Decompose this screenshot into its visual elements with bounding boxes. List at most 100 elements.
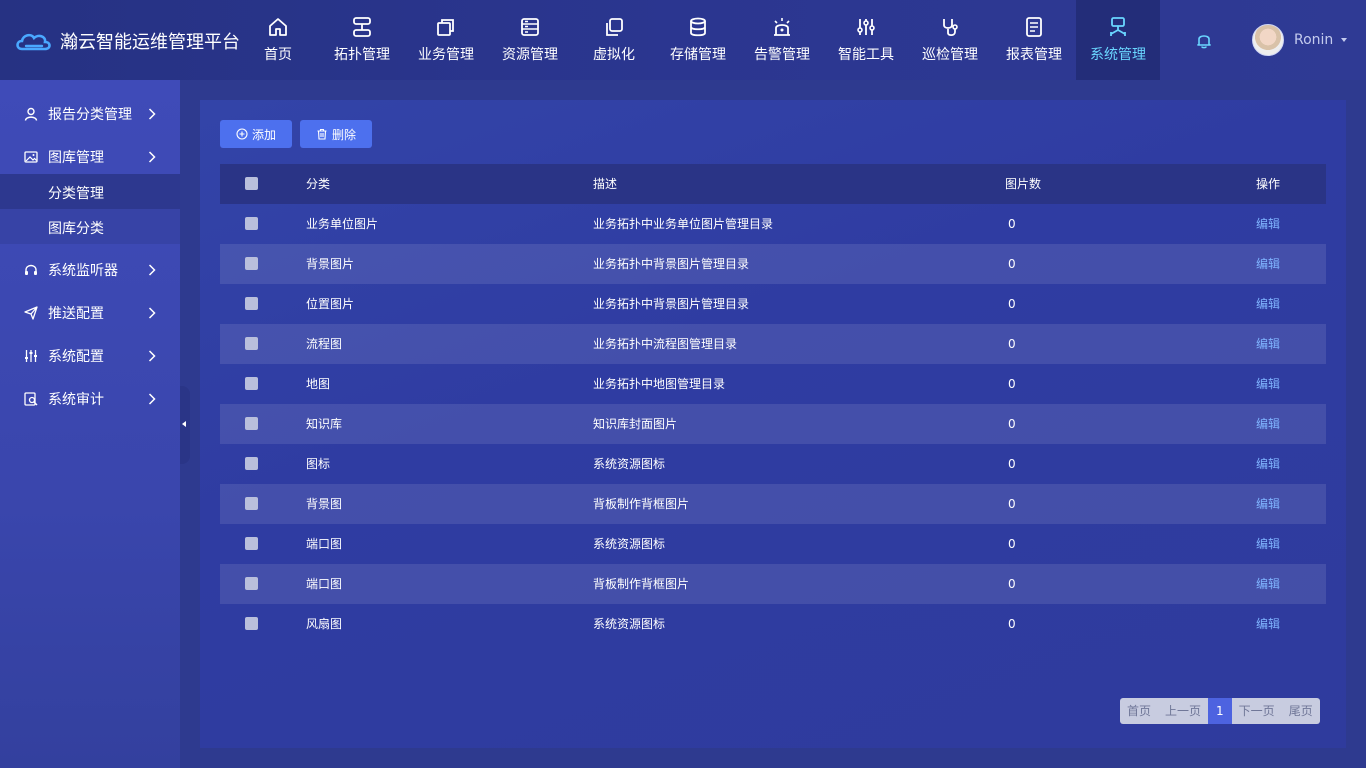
user-menu[interactable]: Ronin <box>1252 24 1348 56</box>
cell-category: 位置图片 <box>306 297 355 311</box>
chevron-right-icon <box>148 108 156 120</box>
sidebar-item-audit[interactable]: 系统审计 <box>0 379 180 419</box>
cell-category: 图标 <box>306 457 331 471</box>
cell-category: 风扇图 <box>306 617 343 631</box>
bell-icon[interactable] <box>1194 30 1214 50</box>
tools-icon <box>857 19 875 35</box>
sidebar-item-label: 推送配置 <box>48 306 104 322</box>
row-checkbox[interactable] <box>245 617 258 630</box>
cell-count: 0 <box>1008 297 1016 311</box>
cell-description: 系统资源图标 <box>593 617 666 631</box>
row-checkbox[interactable] <box>245 457 258 470</box>
nav-virtualization[interactable]: 虚拟化 <box>572 0 656 80</box>
username: Ronin <box>1294 32 1334 48</box>
edit-link[interactable]: 编辑 <box>1256 604 1280 644</box>
last-page-button[interactable]: 尾页 <box>1282 698 1320 724</box>
report-icon <box>1026 17 1042 37</box>
sidebar-item-system-config[interactable]: 系统配置 <box>0 336 180 376</box>
table-row: 地图 业务拓扑中地图管理目录 0 编辑 <box>220 364 1326 404</box>
sidebar: 报告分类管理 图库管理 分类管理 图库分类 系统监听器 推送配置 系统配置 系统… <box>0 80 180 768</box>
cell-description: 业务拓扑中业务单位图片管理目录 <box>593 217 774 231</box>
nav-label: 首页 <box>264 47 292 63</box>
nav-label: 告警管理 <box>754 47 810 63</box>
nav-business[interactable]: 业务管理 <box>404 0 488 80</box>
select-all-checkbox[interactable] <box>245 177 258 190</box>
row-checkbox[interactable] <box>245 537 258 550</box>
nav-topology[interactable]: 拓扑管理 <box>320 0 404 80</box>
row-checkbox[interactable] <box>245 497 258 510</box>
sidebar-item-gallery[interactable]: 图库管理 <box>0 137 180 177</box>
sidebar-subitem-label: 图库分类 <box>48 221 104 237</box>
nav-label: 存储管理 <box>670 47 726 63</box>
current-page-button[interactable]: 1 <box>1208 698 1232 724</box>
nav-label: 虚拟化 <box>593 47 635 63</box>
sidebar-item-listener[interactable]: 系统监听器 <box>0 250 180 290</box>
nav-tools[interactable]: 智能工具 <box>824 0 908 80</box>
nav-inspection[interactable]: 巡检管理 <box>908 0 992 80</box>
brand[interactable]: 瀚云智能运维管理平台 <box>14 26 240 56</box>
system-icon <box>1110 17 1126 36</box>
row-checkbox[interactable] <box>245 257 258 270</box>
caret-down-icon <box>1341 38 1348 42</box>
edit-link[interactable]: 编辑 <box>1256 524 1280 564</box>
category-table: 分类 描述 图片数 操作 业务单位图片 业务拓扑中业务单位图片管理目录 0 编辑 背景图… <box>220 164 1326 644</box>
row-checkbox[interactable] <box>245 217 258 230</box>
nav-label: 报表管理 <box>1006 47 1062 63</box>
cell-description: 知识库封面图片 <box>593 417 678 431</box>
add-button[interactable]: 添加 <box>220 120 292 148</box>
table-row: 位置图片 业务拓扑中背景图片管理目录 0 编辑 <box>220 284 1326 324</box>
row-checkbox[interactable] <box>245 577 258 590</box>
prev-page-button[interactable]: 上一页 <box>1158 698 1208 724</box>
row-checkbox[interactable] <box>245 377 258 390</box>
edit-link[interactable]: 编辑 <box>1256 244 1280 284</box>
row-checkbox[interactable] <box>245 337 258 350</box>
cell-description: 业务拓扑中背景图片管理目录 <box>593 297 750 311</box>
cell-count: 0 <box>1008 617 1016 631</box>
sidebar-subitem-gallery-category[interactable]: 图库分类 <box>0 209 180 244</box>
delete-button[interactable]: 删除 <box>300 120 372 148</box>
edit-link[interactable]: 编辑 <box>1256 204 1280 244</box>
row-checkbox[interactable] <box>245 297 258 310</box>
table-body: 业务单位图片 业务拓扑中业务单位图片管理目录 0 编辑 背景图片 业务拓扑中背景图片管理目… <box>220 204 1326 644</box>
edit-link[interactable]: 编辑 <box>1256 324 1280 364</box>
chevron-right-icon <box>148 264 156 276</box>
chevron-right-icon <box>148 393 156 405</box>
nav-report[interactable]: 报表管理 <box>992 0 1076 80</box>
edit-link[interactable]: 编辑 <box>1256 564 1280 604</box>
nav-home[interactable]: 首页 <box>236 0 320 80</box>
edit-link[interactable]: 编辑 <box>1256 364 1280 404</box>
cell-description: 业务拓扑中流程图管理目录 <box>593 337 738 351</box>
edit-link[interactable]: 编辑 <box>1256 444 1280 484</box>
sidebar-collapse-handle[interactable] <box>180 386 190 464</box>
edit-link[interactable]: 编辑 <box>1256 484 1280 524</box>
cell-category: 端口图 <box>306 537 343 551</box>
cell-description: 背板制作背框图片 <box>593 497 690 511</box>
first-page-button[interactable]: 首页 <box>1120 698 1158 724</box>
table-row: 图标 系统资源图标 0 编辑 <box>220 444 1326 484</box>
delete-button-label: 删除 <box>331 127 356 142</box>
sidebar-subitem-category-manage[interactable]: 分类管理 <box>0 174 180 209</box>
user-icon <box>24 107 38 121</box>
chevron-right-icon <box>148 350 156 362</box>
header-category: 分类 <box>306 177 331 191</box>
next-page-button[interactable]: 下一页 <box>1232 698 1282 724</box>
nav-label: 资源管理 <box>502 47 558 63</box>
chevron-right-icon <box>148 151 156 163</box>
nav-alarm[interactable]: 告警管理 <box>740 0 824 80</box>
table-row: 端口图 背板制作背框图片 0 编辑 <box>220 564 1326 604</box>
virtualization-icon <box>606 18 623 36</box>
nav-system[interactable]: 系统管理 <box>1076 0 1160 80</box>
sidebar-subitem-label: 分类管理 <box>48 186 104 202</box>
row-checkbox[interactable] <box>245 417 258 430</box>
table-row: 业务单位图片 业务拓扑中业务单位图片管理目录 0 编辑 <box>220 204 1326 244</box>
edit-link[interactable]: 编辑 <box>1256 284 1280 324</box>
nav-resource[interactable]: 资源管理 <box>488 0 572 80</box>
nav-storage[interactable]: 存储管理 <box>656 0 740 80</box>
sidebar-item-report-category[interactable]: 报告分类管理 <box>0 94 180 134</box>
chevron-right-icon <box>148 307 156 319</box>
header-description: 描述 <box>593 177 618 191</box>
edit-link[interactable]: 编辑 <box>1256 404 1280 444</box>
header-count: 图片数 <box>1005 177 1042 191</box>
sidebar-item-push-config[interactable]: 推送配置 <box>0 293 180 333</box>
cell-category: 流程图 <box>306 337 343 351</box>
